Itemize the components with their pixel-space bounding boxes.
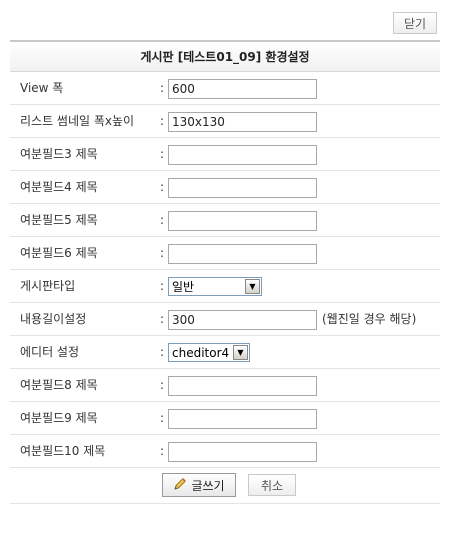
row-extra8: 여분필드8 제목 : <box>10 369 440 402</box>
content-length-label: 내용길이설정 <box>20 312 87 326</box>
colon: : <box>160 147 165 161</box>
row-extra4: 여분필드4 제목 : <box>10 171 440 204</box>
colon: : <box>160 246 165 260</box>
colon: : <box>160 114 165 128</box>
row-content-length: 내용길이설정 : (웹진일 경우 해당) <box>10 303 440 336</box>
list-thumb-input[interactable] <box>168 112 317 132</box>
close-button[interactable]: 닫기 <box>393 12 437 34</box>
extra9-input[interactable] <box>168 409 317 429</box>
extra10-input[interactable] <box>168 442 317 462</box>
row-extra10: 여분필드10 제목 : <box>10 435 440 468</box>
extra10-label: 여분필드10 제목 <box>20 444 106 458</box>
extra6-label: 여분필드6 제목 <box>20 246 98 260</box>
view-width-label: View 폭 <box>20 81 64 95</box>
pencil-icon <box>173 477 187 494</box>
row-view-width: View 폭 : <box>10 72 440 105</box>
chevron-down-icon[interactable]: ▼ <box>245 279 260 294</box>
extra3-label: 여분필드3 제목 <box>20 147 98 161</box>
page-title: 게시판 [테스트01_09] 환경설정 <box>10 40 440 72</box>
content-length-input[interactable] <box>168 310 317 330</box>
extra8-label: 여분필드8 제목 <box>20 378 98 392</box>
extra5-input[interactable] <box>168 211 317 231</box>
colon: : <box>160 378 165 392</box>
action-bar: 글쓰기 취소 <box>10 468 440 504</box>
colon: : <box>160 81 165 95</box>
row-board-type: 게시판타입 : 일반 ▼ <box>10 270 440 303</box>
extra4-label: 여분필드4 제목 <box>20 180 98 194</box>
colon: : <box>160 279 165 293</box>
editor-label: 에디터 설정 <box>20 345 80 359</box>
content-length-note: (웹진일 경우 해당) <box>322 312 417 326</box>
extra9-label: 여분필드9 제목 <box>20 411 98 425</box>
colon: : <box>160 312 165 326</box>
cancel-button[interactable]: 취소 <box>248 474 296 496</box>
row-extra3: 여분필드3 제목 : <box>10 138 440 171</box>
row-extra6: 여분필드6 제목 : <box>10 237 440 270</box>
row-editor: 에디터 설정 : cheditor4 ▼ <box>10 336 440 369</box>
colon: : <box>160 411 165 425</box>
extra3-input[interactable] <box>168 145 317 165</box>
settings-panel: 게시판 [테스트01_09] 환경설정 View 폭 : 리스트 썸네일 폭x높… <box>10 40 440 504</box>
row-list-thumb: 리스트 썸네일 폭x높이 : <box>10 105 440 138</box>
board-type-label: 게시판타입 <box>20 279 76 293</box>
editor-select[interactable]: cheditor4 ▼ <box>168 343 250 362</box>
row-extra9: 여분필드9 제목 : <box>10 402 440 435</box>
write-button[interactable]: 글쓰기 <box>162 473 236 497</box>
board-type-select[interactable]: 일반 ▼ <box>168 277 262 296</box>
extra6-input[interactable] <box>168 244 317 264</box>
chevron-down-icon[interactable]: ▼ <box>233 345 248 360</box>
extra8-input[interactable] <box>168 376 317 396</box>
view-width-input[interactable] <box>168 79 317 99</box>
write-label: 글쓰기 <box>191 478 225 493</box>
colon: : <box>160 213 165 227</box>
list-thumb-label: 리스트 썸네일 폭x높이 <box>20 114 135 128</box>
extra5-label: 여분필드5 제목 <box>20 213 98 227</box>
editor-selected: cheditor4 <box>172 345 230 360</box>
colon: : <box>160 345 165 359</box>
row-extra5: 여분필드5 제목 : <box>10 204 440 237</box>
colon: : <box>160 444 165 458</box>
extra4-input[interactable] <box>168 178 317 198</box>
board-type-selected: 일반 <box>172 280 195 294</box>
colon: : <box>160 180 165 194</box>
